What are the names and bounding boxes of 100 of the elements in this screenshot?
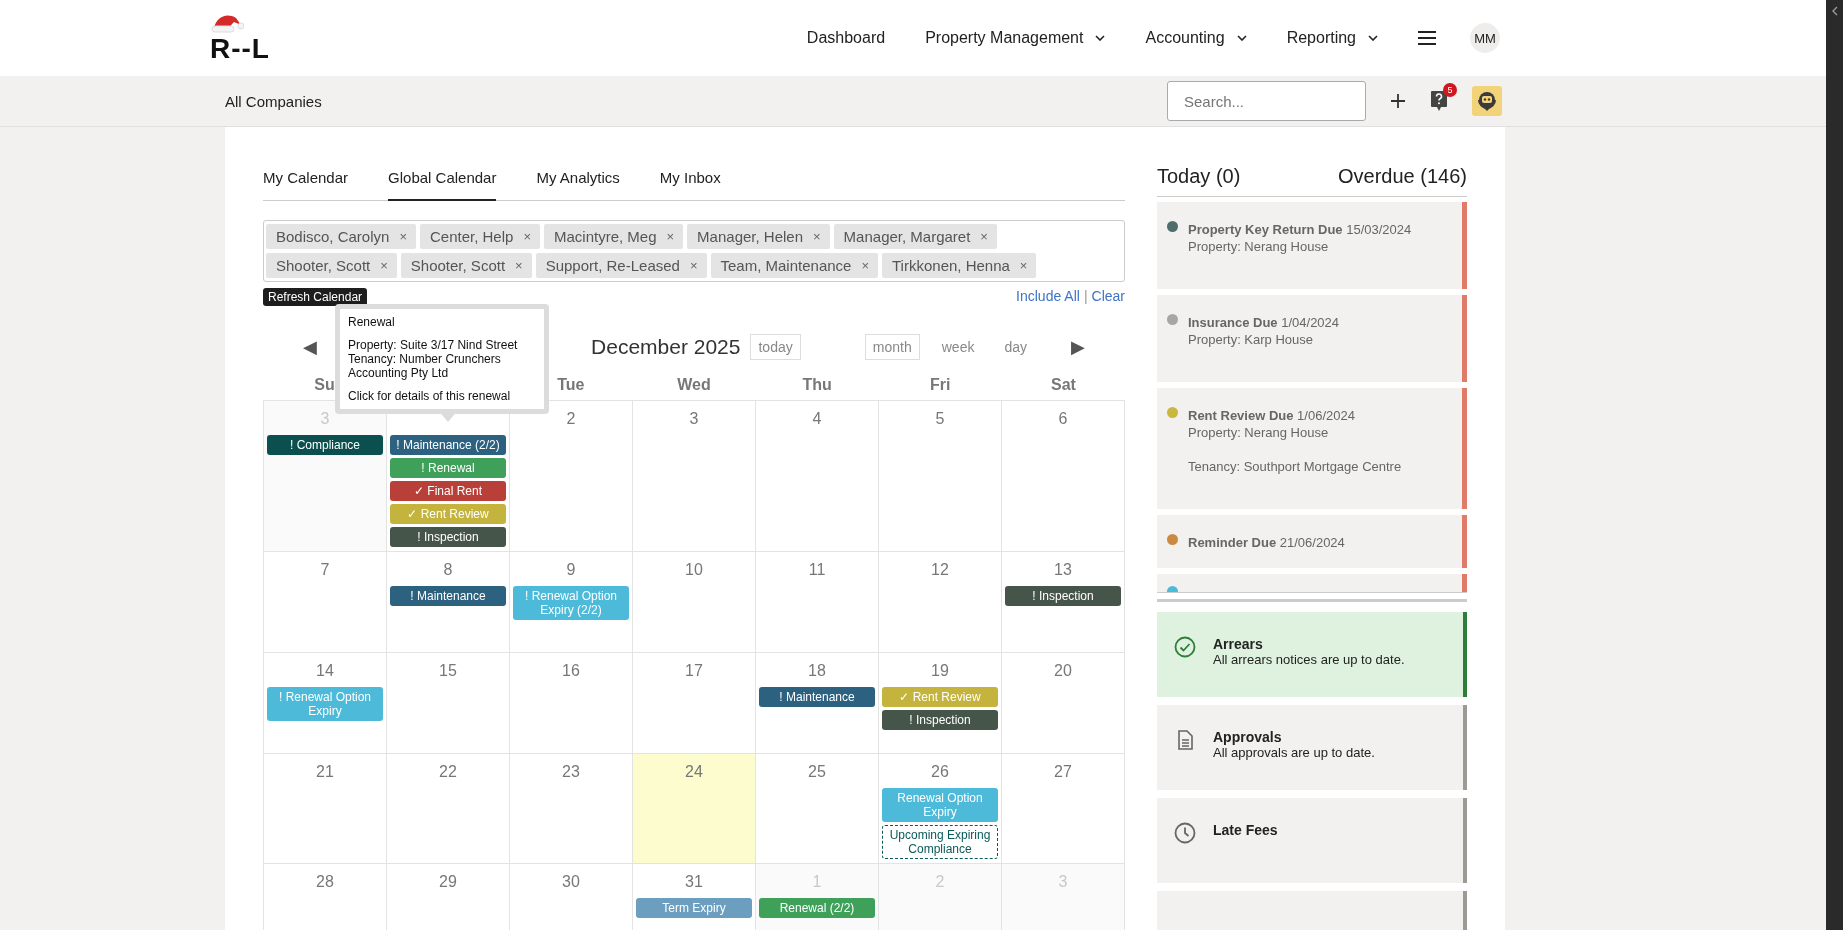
search-field[interactable]: Search... bbox=[1167, 81, 1366, 121]
tab[interactable]: Global Calendar bbox=[388, 169, 497, 201]
today-button[interactable]: today bbox=[750, 334, 801, 360]
day-number: 19 bbox=[931, 661, 949, 680]
calendar-event[interactable]: ! Inspection bbox=[390, 527, 506, 547]
chip-remove-button[interactable]: × bbox=[1019, 258, 1028, 273]
chip-remove-button[interactable]: × bbox=[399, 229, 407, 244]
help-icon[interactable] bbox=[1430, 90, 1448, 112]
chip-remove-button[interactable]: × bbox=[515, 258, 523, 273]
day-cell[interactable]: 10 bbox=[633, 552, 756, 653]
nav-link[interactable]: Reporting bbox=[1286, 29, 1378, 47]
day-cell[interactable]: 30 bbox=[510, 864, 633, 930]
day-cell[interactable]: 22 bbox=[387, 754, 510, 864]
weekday-header: Thu bbox=[802, 376, 832, 393]
chip-remove-button[interactable]: × bbox=[813, 229, 821, 244]
day-number: 20 bbox=[1054, 661, 1072, 680]
chip-label: Manager, Helen bbox=[697, 228, 803, 245]
day-cell[interactable]: 3 bbox=[633, 401, 756, 552]
day-number: 15 bbox=[439, 661, 457, 680]
day-cell[interactable]: 9 ! Renewal Option Expiry (2/2) bbox=[510, 552, 633, 653]
calendar-event[interactable]: ! Maintenance bbox=[390, 586, 506, 606]
chip-remove-button[interactable]: × bbox=[689, 258, 698, 273]
calendar-event[interactable]: ! Inspection bbox=[1005, 586, 1121, 606]
calendar-event[interactable]: Upcoming Expiring Compliance bbox=[882, 825, 998, 859]
tab[interactable]: My Calendar bbox=[263, 169, 349, 201]
today-cell[interactable]: 24 bbox=[633, 754, 756, 864]
weekday-header: Fri bbox=[930, 376, 951, 393]
day-number: 16 bbox=[562, 661, 580, 680]
chip-label: Macintyre, Meg bbox=[553, 228, 657, 245]
day-cell[interactable]: 15 bbox=[387, 653, 510, 754]
chip-remove-button[interactable]: × bbox=[666, 229, 675, 244]
view-button[interactable]: month bbox=[864, 334, 920, 360]
day-cell[interactable]: 4 bbox=[756, 401, 879, 552]
overdue-heading[interactable]: Overdue (146) bbox=[1338, 165, 1467, 188]
day-cell[interactable]: 6 bbox=[1002, 401, 1125, 552]
tooltip-detail: Tenancy: Number Crunchers Accounting Pty Ltd bbox=[348, 352, 502, 380]
link-separator: | bbox=[1083, 288, 1088, 304]
include-all-link[interactable]: Include All bbox=[1016, 288, 1080, 304]
day-cell[interactable]: 11 bbox=[756, 552, 879, 653]
tab[interactable]: My Inbox bbox=[659, 169, 721, 201]
nav-link[interactable]: Property Management bbox=[925, 29, 1106, 47]
calendar-event[interactable]: ✓ Final Rent bbox=[390, 481, 506, 501]
day-cell[interactable]: 26 Renewal Option Expiry Upcoming Expiring Compliance bbox=[879, 754, 1002, 864]
menu-icon[interactable] bbox=[1418, 31, 1436, 45]
tab[interactable]: My Analytics bbox=[536, 169, 620, 201]
next-month-button[interactable]: ▶ bbox=[1071, 336, 1085, 358]
logo[interactable]: R--L bbox=[210, 12, 306, 64]
nav-link[interactable]: Dashboard bbox=[806, 29, 886, 47]
overdue-card[interactable]: Insurance Due 1/04/2024 Property: Karp House bbox=[1157, 295, 1467, 382]
day-cell[interactable]: 12 bbox=[879, 552, 1002, 653]
day-cell[interactable]: 14 ! Renewal Option Expiry bbox=[264, 653, 387, 754]
robot-icon[interactable] bbox=[1472, 86, 1502, 116]
previous-month-button[interactable]: ◀ bbox=[303, 336, 317, 358]
nav-link[interactable]: Accounting bbox=[1145, 29, 1247, 47]
chip-label: Center, Help bbox=[430, 228, 514, 245]
company-selector[interactable]: All Companies bbox=[225, 92, 322, 110]
reminder-date: 15/03/2024 bbox=[1346, 222, 1412, 237]
day-cell[interactable]: 18 ! Maintenance bbox=[756, 653, 879, 754]
day-cell[interactable]: 16 bbox=[510, 653, 633, 754]
day-cell[interactable]: 7 bbox=[264, 552, 387, 653]
assignee-filter-field[interactable]: Bodisco, Carolyn × Center, Help × Macintyre, Meg × Manager, Helen × Manager, Margaret × Shooter, Scott × Shooter, Scott × Support, Re-Leased × Team, Maintenance × Tirkkonen, Henna × bbox=[263, 220, 1125, 282]
user-avatar[interactable]: MM bbox=[1470, 23, 1500, 53]
day-number: 22 bbox=[439, 762, 457, 781]
overdue-card[interactable]: Reminder Due 21/06/2024 bbox=[1157, 515, 1467, 568]
day-cell[interactable]: 31 Term Expiry bbox=[633, 864, 756, 930]
day-number: 11 bbox=[808, 560, 826, 579]
day-cell[interactable]: 21 bbox=[264, 754, 387, 864]
day-cell[interactable]: 19 ✓ Rent Review ! Inspection bbox=[879, 653, 1002, 754]
weekday-header: Tue bbox=[557, 376, 585, 393]
overdue-card[interactable]: Property Key Return Due 15/03/2024 Property: Nerang House bbox=[1157, 202, 1467, 289]
day-number: 28 bbox=[316, 872, 334, 891]
day-cell[interactable]: 20 bbox=[1002, 653, 1125, 754]
status-card[interactable]: Arrears All arrears notices are up to date. bbox=[1157, 612, 1467, 697]
day-cell[interactable]: 28 bbox=[264, 864, 387, 930]
refresh-calendar-button[interactable]: Refresh Calendar bbox=[263, 288, 368, 306]
calendar-event[interactable]: ! Renewal bbox=[390, 458, 506, 478]
clear-link[interactable]: Clear bbox=[1091, 288, 1125, 304]
calendar-event[interactable]: ! Compliance bbox=[267, 435, 383, 455]
chip-remove-button[interactable]: × bbox=[523, 229, 531, 244]
status-card[interactable]: Late Fees bbox=[1157, 798, 1467, 883]
reminder-detail: Property: Nerang House bbox=[1188, 424, 1330, 441]
calendar-event[interactable]: ! Maintenance bbox=[759, 687, 875, 707]
calendar-event[interactable]: Term Expiry bbox=[636, 898, 752, 918]
day-cell[interactable]: 8 ! Maintenance bbox=[387, 552, 510, 653]
chip-label: Bodisco, Carolyn bbox=[276, 228, 390, 245]
day-cell[interactable]: 13 ! Inspection bbox=[1002, 552, 1125, 653]
today-heading[interactable]: Today (0) bbox=[1157, 165, 1241, 188]
reminder-detail: Property: Karp House bbox=[1188, 331, 1314, 348]
day-cell[interactable]: 29 bbox=[387, 864, 510, 930]
calendar-event[interactable]: ! Inspection bbox=[882, 710, 998, 730]
day-cell[interactable]: 5 bbox=[879, 401, 1002, 552]
overdue-card[interactable]: Rent Review Due 1/06/2024 Property: Nerang House Tenancy: Southport Mortgage Centre bbox=[1157, 388, 1467, 509]
chip-remove-button[interactable]: × bbox=[380, 258, 388, 273]
calendar-event[interactable]: ! Maintenance (2/2) bbox=[390, 435, 506, 455]
chip-remove-button[interactable]: × bbox=[861, 258, 869, 273]
status-card[interactable]: Approvals All approvals are up to date. bbox=[1157, 705, 1467, 790]
calendar-event[interactable]: Renewal (2/2) bbox=[759, 898, 875, 918]
day-number: 30 bbox=[562, 872, 580, 891]
chip-remove-button[interactable]: × bbox=[980, 229, 988, 244]
plus-icon[interactable] bbox=[1390, 93, 1406, 109]
